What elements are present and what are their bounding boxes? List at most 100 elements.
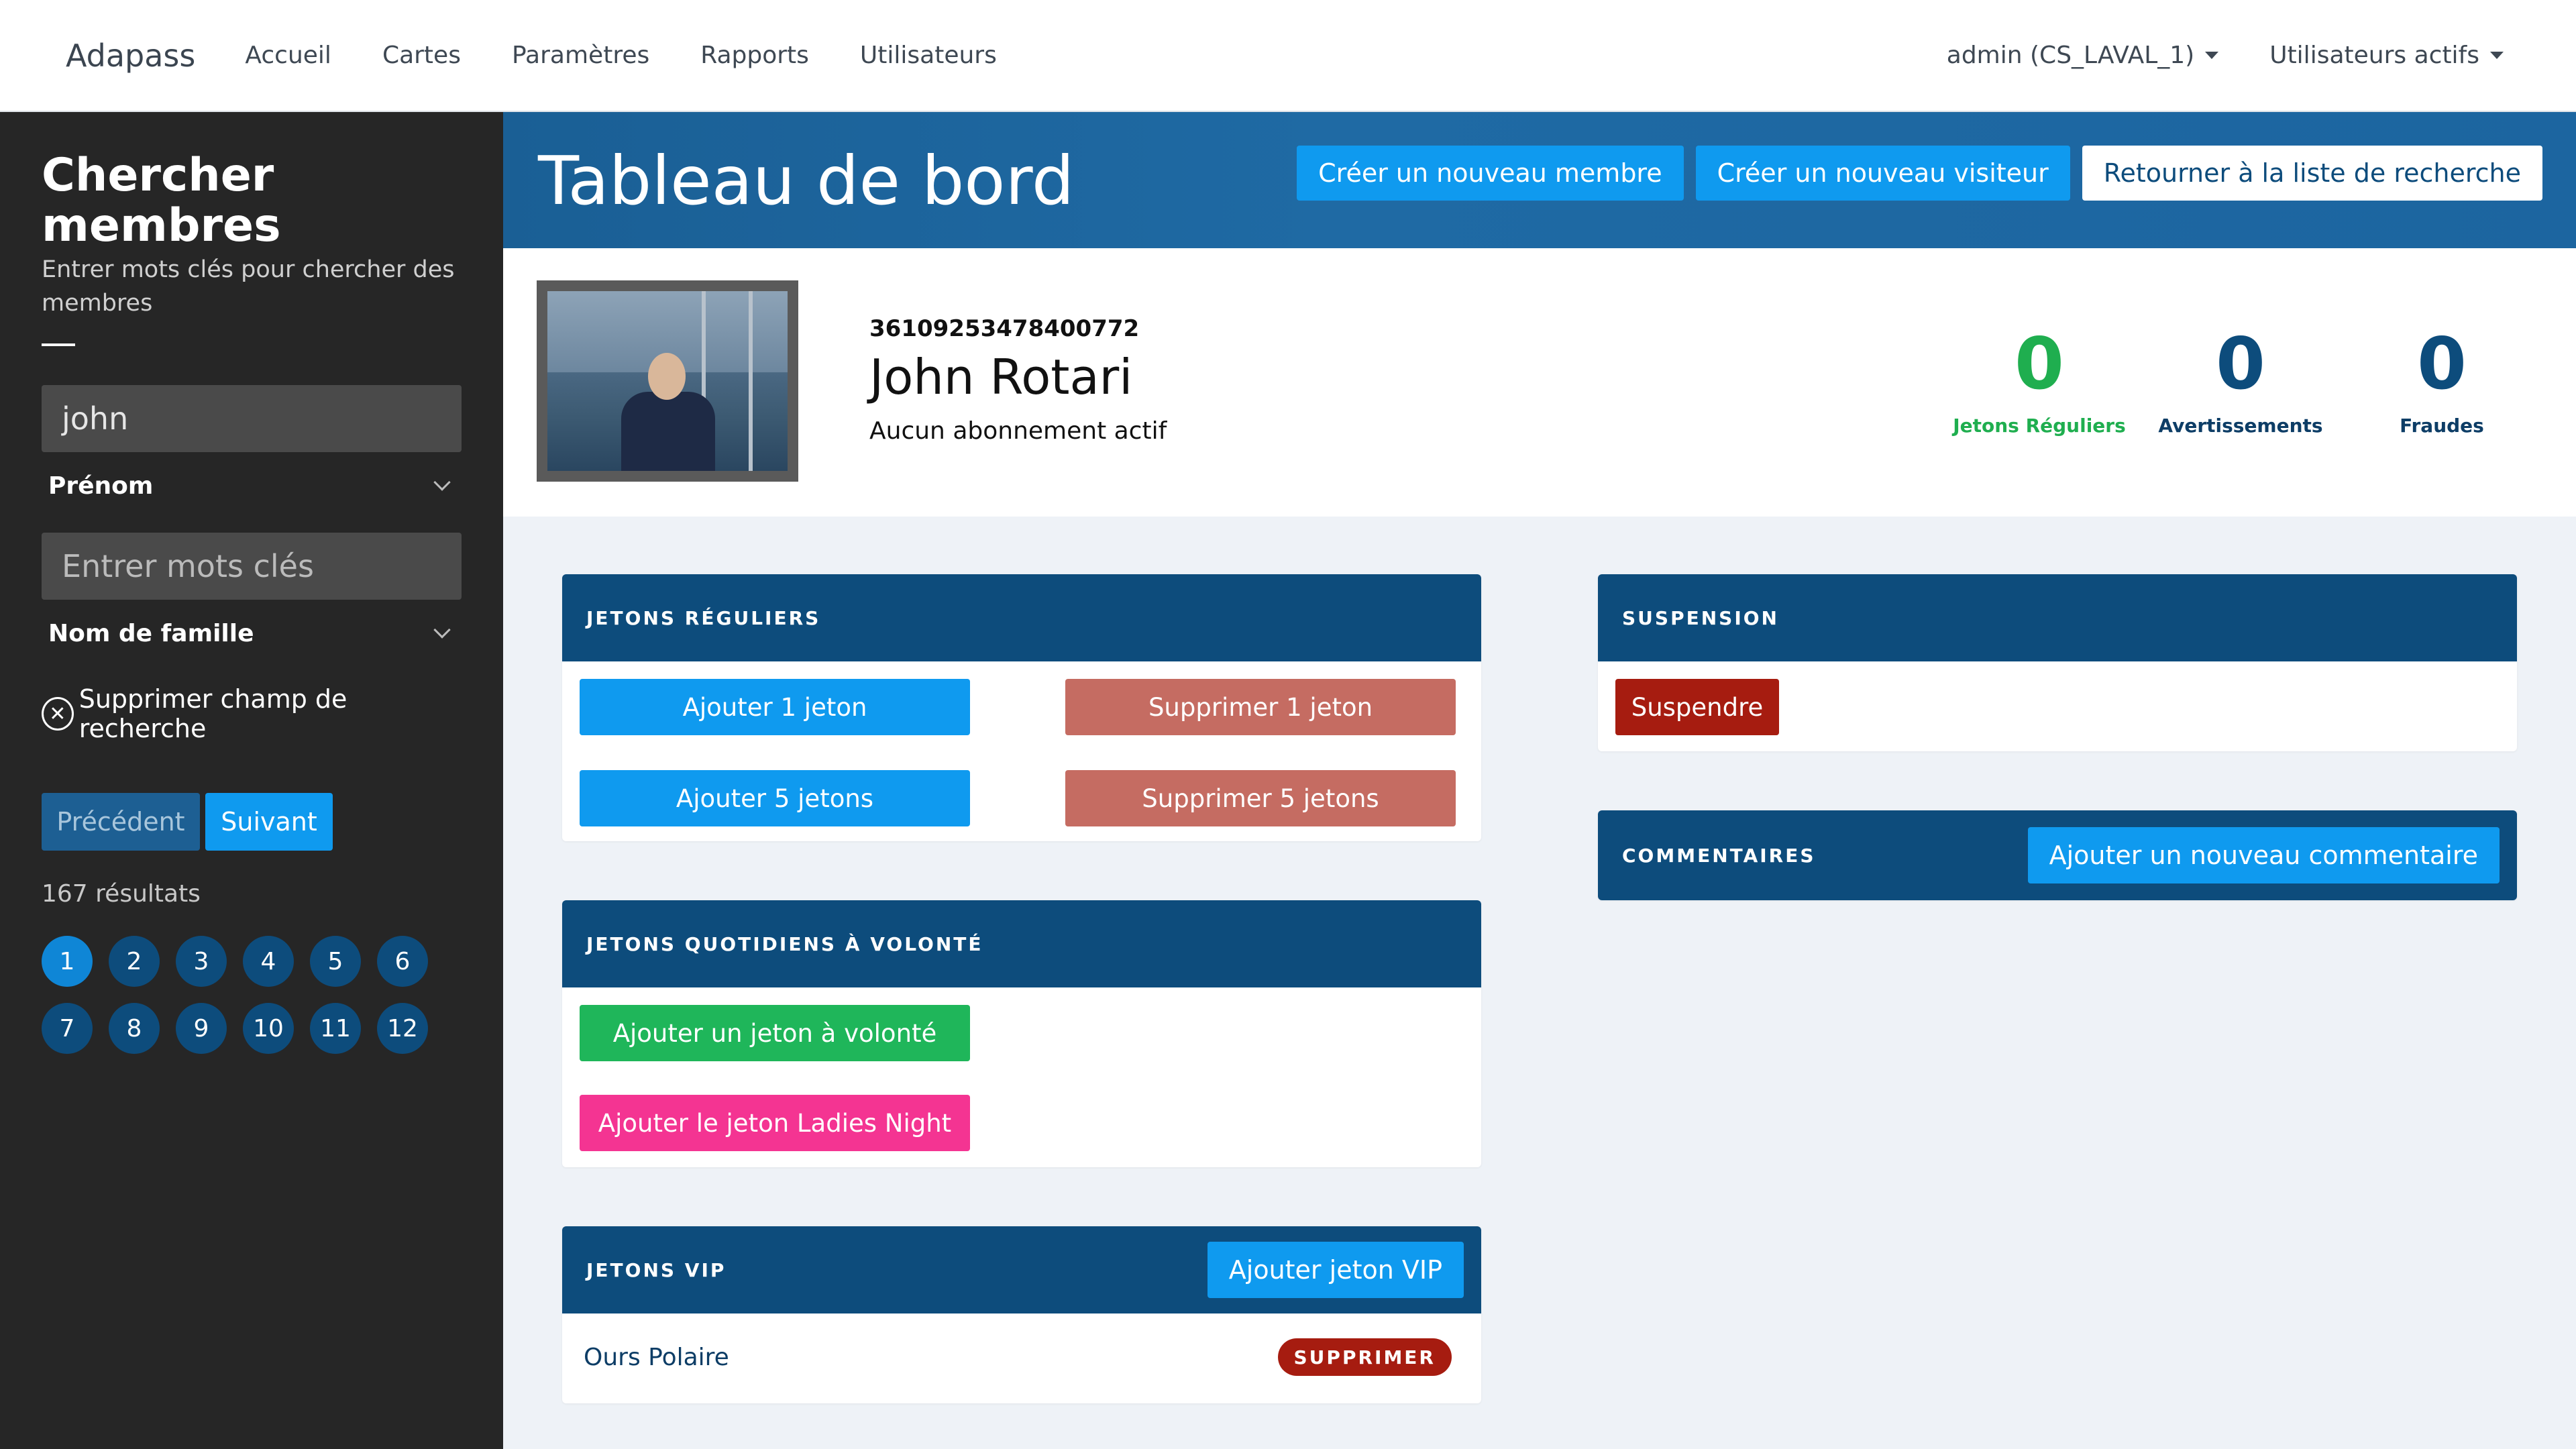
card-header: COMMENTAIRES Ajouter un nouveau commenta… <box>1598 810 2517 900</box>
photo-detail <box>749 291 753 471</box>
field-select-label: Nom de famille <box>48 619 254 647</box>
remove-1-token-button[interactable]: Supprimer 1 jeton <box>1065 679 1456 735</box>
create-visitor-button[interactable]: Créer un nouveau visiteur <box>1695 146 2070 201</box>
member-photo <box>537 280 798 482</box>
close-circle-icon: ✕ <box>42 697 74 731</box>
add-comment-button[interactable]: Ajouter un nouveau commentaire <box>2027 827 2500 883</box>
nav-link-rapports[interactable]: Rapports <box>700 42 809 69</box>
field-select-label: Prénom <box>48 472 154 500</box>
nav-link-accueil[interactable]: Accueil <box>245 42 331 69</box>
card-header: SUSPENSION <box>1598 574 2517 661</box>
card-body: Suspendre <box>1598 661 2517 751</box>
page-button-2[interactable]: 2 <box>109 936 160 987</box>
card-body: Ajouter 1 jeton Supprimer 1 jeton Ajoute… <box>562 661 1481 841</box>
card-header: JETONS VIP Ajouter jeton VIP <box>562 1226 1481 1313</box>
caret-down-icon <box>2490 52 2504 59</box>
search-input-second[interactable]: Entrer mots clés <box>42 533 462 600</box>
page-button-12[interactable]: 12 <box>377 1003 428 1055</box>
stat-label: Fraudes <box>2400 415 2484 437</box>
nav-right: admin (CS_LAVAL_1) Utilisateurs actifs <box>1896 42 2504 69</box>
user-menu-dropdown[interactable]: admin (CS_LAVAL_1) <box>1946 42 2219 69</box>
add-1-token-button[interactable]: Ajouter 1 jeton <box>580 679 970 735</box>
delete-vip-token-button[interactable]: SUPPRIMER <box>1277 1338 1452 1376</box>
member-name: John Rotari <box>869 349 1133 405</box>
card-title: SUSPENSION <box>1622 606 1779 629</box>
add-vip-token-button[interactable]: Ajouter jeton VIP <box>1207 1242 1464 1298</box>
page-button-5[interactable]: 5 <box>310 936 361 987</box>
page-button-7[interactable]: 7 <box>42 1003 93 1055</box>
page-button-10[interactable]: 10 <box>243 1003 294 1055</box>
nav-link-utilisateurs[interactable]: Utilisateurs <box>860 42 997 69</box>
comments-card: COMMENTAIRES Ajouter un nouveau commenta… <box>1598 810 2517 900</box>
page-button-8[interactable]: 8 <box>109 1003 160 1055</box>
next-button[interactable]: Suivant <box>205 793 333 851</box>
active-users-dropdown[interactable]: Utilisateurs actifs <box>2269 42 2504 69</box>
dashboard-header: Tableau de bord Créer un nouveau membre … <box>503 112 2576 248</box>
daily-tokens-card: JETONS QUOTIDIENS À VOLONTÉ Ajouter un j… <box>562 900 1481 1167</box>
page-button-3[interactable]: 3 <box>176 936 227 987</box>
stat-value: 0 <box>2417 323 2467 405</box>
chevron-down-icon <box>433 474 451 491</box>
member-card-number: 36109253478400772 <box>869 315 1140 342</box>
sidebar-divider <box>42 343 75 347</box>
card-title: JETONS QUOTIDIENS À VOLONTÉ <box>586 932 983 955</box>
stat-label: Avertissements <box>2158 415 2323 437</box>
card-title: COMMENTAIRES <box>1622 844 1816 867</box>
page-title: Tableau de bord <box>538 142 1075 220</box>
page-button-4[interactable]: 4 <box>243 936 294 987</box>
add-unlimited-token-button[interactable]: Ajouter un jeton à volonté <box>580 1005 970 1061</box>
pager-buttons: Précédent Suivant <box>42 793 462 851</box>
search-input-first[interactable]: john <box>42 385 462 453</box>
previous-button[interactable]: Précédent <box>42 793 200 851</box>
sidebar-title: Chercher membres <box>42 149 281 252</box>
card-header: JETONS RÉGULIERS <box>562 574 1481 661</box>
field-select-first[interactable]: Prénom <box>42 452 462 519</box>
stat-frauds: 0 Fraudes <box>2341 329 2542 437</box>
suspension-card: SUSPENSION Suspendre <box>1598 574 2517 751</box>
regular-tokens-card: JETONS RÉGULIERS Ajouter 1 jeton Supprim… <box>562 574 1481 841</box>
nav-links: Accueil Cartes Paramètres Rapports Utili… <box>245 42 1047 69</box>
card-title: JETONS RÉGULIERS <box>586 606 821 629</box>
member-summary: 36109253478400772 John Rotari Aucun abon… <box>503 248 2576 517</box>
top-navbar: Adapass Accueil Cartes Paramètres Rappor… <box>0 0 2576 112</box>
member-subscription-status: Aucun abonnement actif <box>869 417 1167 445</box>
brand-logo[interactable]: Adapass <box>66 38 195 74</box>
page-button-9[interactable]: 9 <box>176 1003 227 1055</box>
nav-link-parametres[interactable]: Paramètres <box>512 42 649 69</box>
token-button-grid: Ajouter 1 jeton Supprimer 1 jeton Ajoute… <box>580 679 1456 826</box>
stat-value: 0 <box>2216 323 2265 405</box>
card-header: JETONS QUOTIDIENS À VOLONTÉ <box>562 900 1481 987</box>
add-5-tokens-button[interactable]: Ajouter 5 jetons <box>580 770 970 826</box>
member-photo-image <box>547 291 788 471</box>
header-actions: Créer un nouveau membre Créer un nouveau… <box>1285 146 2542 201</box>
add-ladies-night-token-button[interactable]: Ajouter le jeton Ladies Night <box>580 1095 970 1151</box>
nav-link-cartes[interactable]: Cartes <box>382 42 461 69</box>
vip-tokens-card: JETONS VIP Ajouter jeton VIP Ours Polair… <box>562 1226 1481 1403</box>
stat-warnings: 0 Avertissements <box>2140 329 2341 437</box>
back-to-search-button[interactable]: Retourner à la liste de recherche <box>2082 146 2542 201</box>
clear-search-label: Supprimer champ de recherche <box>78 684 347 744</box>
page-button-11[interactable]: 11 <box>310 1003 361 1055</box>
suspend-button[interactable]: Suspendre <box>1615 679 1779 735</box>
user-menu-label: admin (CS_LAVAL_1) <box>1946 42 2195 69</box>
caret-down-icon <box>2205 52 2219 59</box>
active-users-label: Utilisateurs actifs <box>2269 42 2479 69</box>
photo-person <box>648 353 686 400</box>
vip-token-name: Ours Polaire <box>584 1343 729 1371</box>
remove-5-tokens-button[interactable]: Supprimer 5 jetons <box>1065 770 1456 826</box>
card-title: JETONS VIP <box>586 1258 727 1281</box>
sidebar-subtitle: Entrer mots clés pour chercher des membr… <box>42 256 455 317</box>
page-button-1[interactable]: 1 <box>42 936 93 987</box>
stat-value: 0 <box>2015 323 2064 405</box>
results-count: 167 résultats <box>42 880 201 908</box>
pagination: 1 2 3 4 5 6 7 8 9 10 11 12 <box>42 936 462 1055</box>
create-member-button[interactable]: Créer un nouveau membre <box>1297 146 1684 201</box>
page-button-6[interactable]: 6 <box>377 936 428 987</box>
stat-regular-tokens: 0 Jetons Réguliers <box>1939 329 2140 437</box>
chevron-down-icon <box>433 621 451 639</box>
search-sidebar: Chercher membres Entrer mots clés pour c… <box>0 112 503 1449</box>
stat-label: Jetons Réguliers <box>1953 415 2126 437</box>
field-select-second[interactable]: Nom de famille <box>42 600 462 667</box>
clear-search-field-button[interactable]: ✕ Supprimer champ de recherche <box>42 684 462 743</box>
list-item: Ours Polaire SUPPRIMER <box>562 1313 1481 1401</box>
